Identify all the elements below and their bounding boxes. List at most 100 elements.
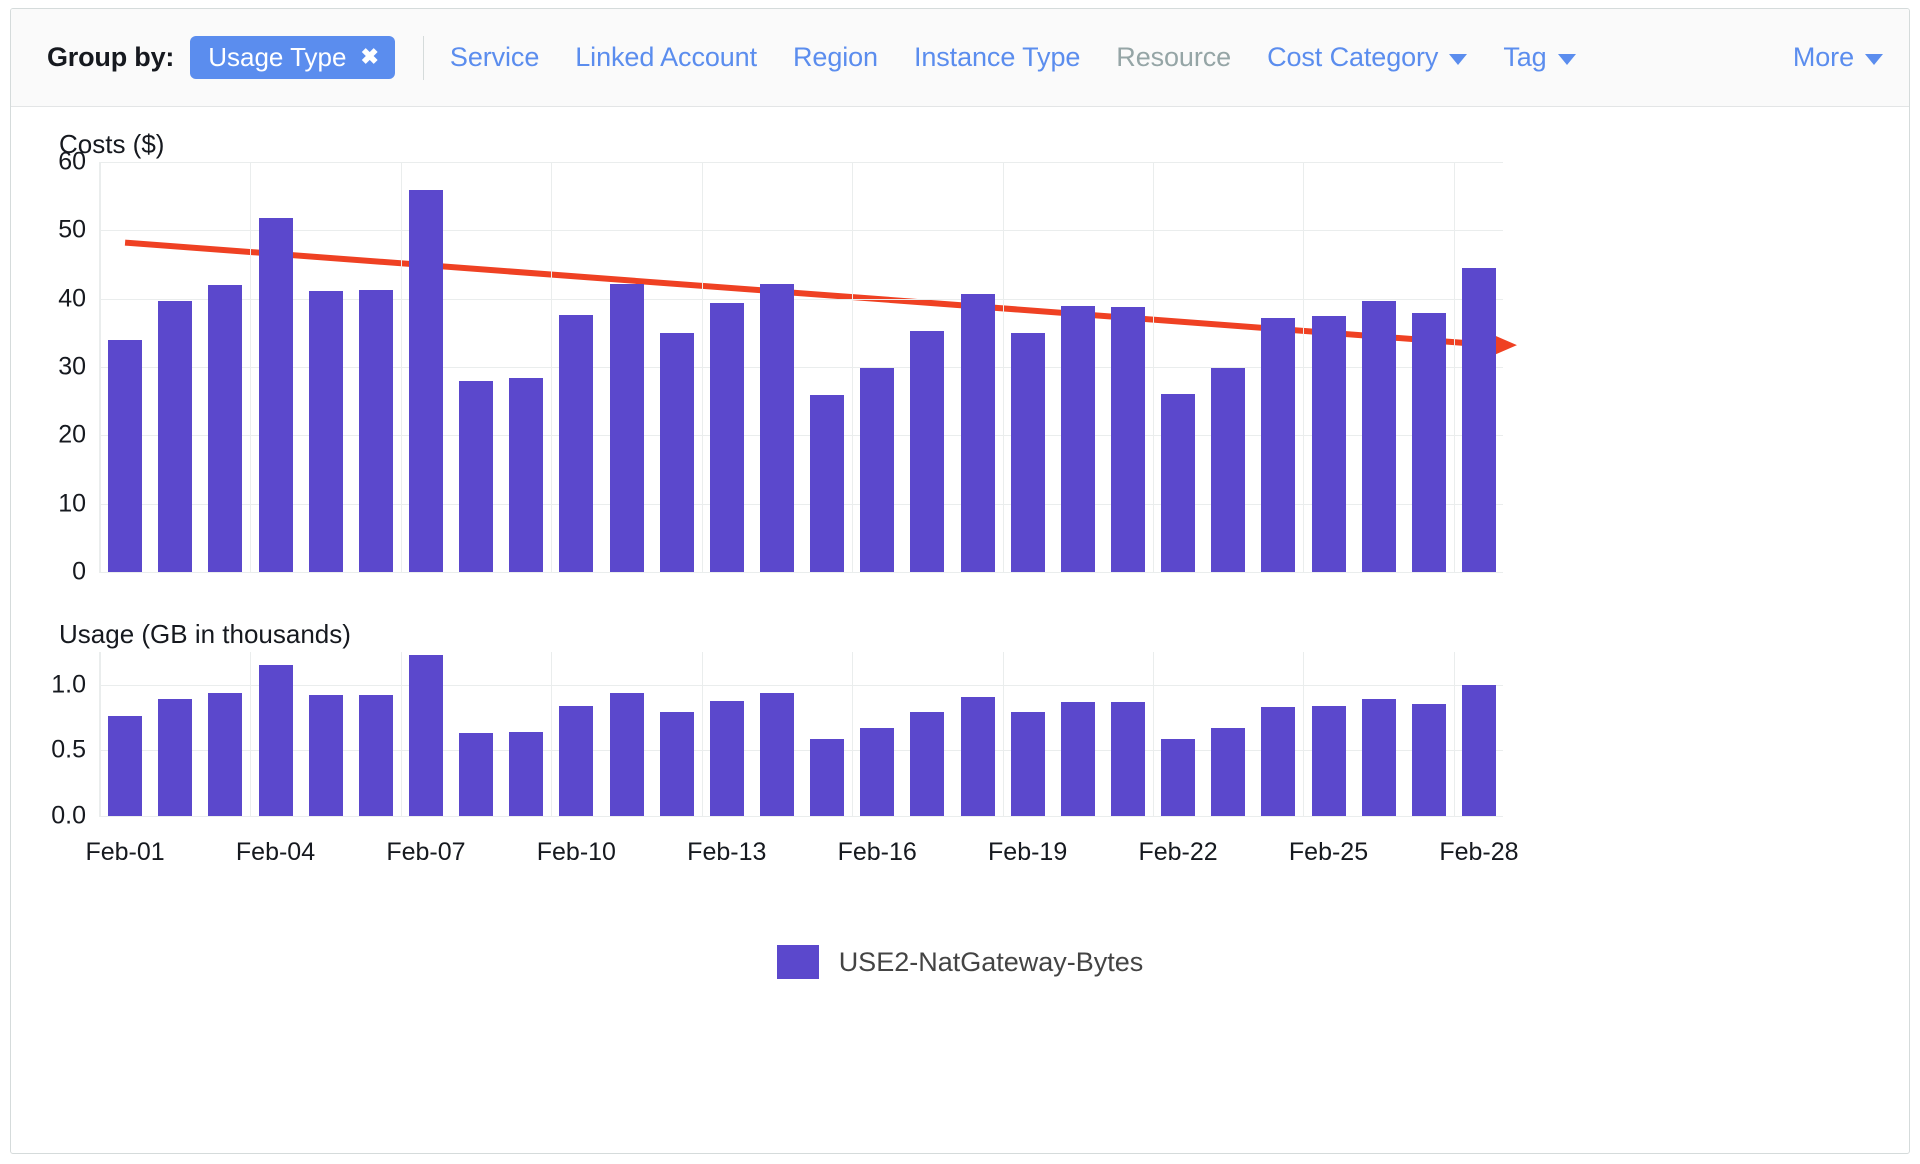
group-by-option-service[interactable]: Service [450, 42, 539, 73]
gridline-vertical [701, 652, 703, 816]
group-by-toolbar: Group by: Usage Type ✖ Service Linked Ac… [11, 9, 1909, 107]
chart-bar[interactable] [1211, 728, 1246, 816]
chart-bar[interactable] [810, 395, 845, 572]
y-axis-tick-label: 40 [58, 284, 86, 313]
chart-bar[interactable] [1261, 317, 1296, 572]
toolbar-right-group: More [1793, 42, 1883, 73]
chart-bar[interactable] [1461, 267, 1496, 572]
y-axis-tick-label: 0.5 [51, 735, 86, 764]
chart-bar[interactable] [860, 367, 895, 572]
usage-chart-title: Usage (GB in thousands) [59, 619, 351, 649]
chart-bar[interactable] [509, 732, 544, 816]
y-axis-tick-label: 50 [58, 215, 86, 244]
chart-bar[interactable] [609, 692, 644, 816]
y-axis-tick-label: 1.0 [51, 670, 86, 699]
chart-bar[interactable] [1060, 306, 1095, 572]
chart-bar[interactable] [709, 700, 744, 816]
usage-chart-plot: 0.0 0.5 1.0 Feb-01 Feb-04 Feb-07 Feb-10 Feb-13 F… [51, 652, 1519, 866]
chart-bar[interactable] [1311, 705, 1346, 816]
group-by-option-linked-account[interactable]: Linked Account [575, 42, 757, 73]
gridline-vertical [1153, 652, 1154, 816]
gridline-vertical [1303, 652, 1305, 816]
chart-bar[interactable] [810, 738, 845, 816]
gridline-vertical [852, 652, 854, 816]
y-axis-tick-label: 0 [72, 557, 86, 586]
chart-bar[interactable] [1361, 699, 1396, 816]
x-axis-tick-label: Feb-04 [235, 838, 316, 866]
chart-bar[interactable] [1010, 332, 1045, 572]
chart-bar[interactable] [609, 284, 644, 572]
chart-bar[interactable] [1060, 701, 1095, 816]
gridline-vertical [250, 652, 252, 816]
chart-bar[interactable] [960, 293, 995, 572]
group-by-option-label: Instance Type [913, 42, 1081, 72]
gridline-vertical [1002, 162, 1004, 572]
gridline-vertical [250, 162, 252, 572]
chart-bar[interactable] [208, 692, 243, 816]
chart-bar[interactable] [1211, 368, 1246, 572]
chart-bar[interactable] [308, 695, 343, 816]
chart-bar[interactable] [559, 705, 594, 816]
chart-bar[interactable] [1110, 306, 1145, 572]
chart-bar[interactable] [659, 332, 694, 572]
chart-bar[interactable] [659, 712, 694, 816]
group-by-option-region[interactable]: Region [793, 42, 878, 73]
chip-remove-icon[interactable]: ✖ [360, 46, 378, 68]
chart-bar[interactable] [459, 380, 494, 572]
chart-bar[interactable] [1411, 313, 1446, 572]
gridline-vertical [852, 162, 854, 572]
x-axis-tick-label: Feb-07 [386, 838, 466, 866]
chart-bar[interactable] [759, 284, 794, 572]
group-by-option-label: Tag [1503, 42, 1547, 72]
chart-bar[interactable] [709, 302, 744, 572]
gridline-horizontal [100, 684, 1503, 686]
chevron-down-icon [1865, 54, 1883, 65]
chart-bar[interactable] [158, 699, 193, 816]
chart-bar[interactable] [408, 654, 443, 816]
chart-bar[interactable] [910, 712, 945, 816]
group-by-option-instance-type[interactable]: Instance Type [914, 42, 1080, 73]
chart-bar[interactable] [308, 291, 343, 572]
group-by-more-button[interactable]: More [1793, 42, 1883, 73]
chart-bar[interactable] [358, 289, 393, 572]
chart-bar[interactable] [860, 728, 895, 816]
gridline-vertical [400, 652, 402, 816]
group-by-option-label: Linked Account [575, 42, 757, 72]
chart-bar[interactable] [1161, 738, 1196, 816]
x-axis-tick-label: Feb-25 [1288, 838, 1369, 866]
gridline-vertical [1453, 652, 1455, 816]
chart-bar[interactable] [408, 190, 443, 572]
chart-legend: USE2-NatGateway-Bytes [11, 945, 1909, 979]
chart-bar[interactable] [1361, 301, 1396, 572]
chart-bar[interactable] [158, 300, 193, 572]
chart-bar[interactable] [358, 695, 393, 816]
group-by-option-resource: Resource [1116, 42, 1231, 73]
group-by-chip-usage-type[interactable]: Usage Type ✖ [190, 36, 395, 79]
chart-bar[interactable] [1461, 684, 1496, 816]
chart-bar[interactable] [910, 330, 945, 572]
chart-bar[interactable] [759, 692, 794, 816]
x-axis-tick-label: Feb-19 [988, 838, 1068, 866]
group-by-option-tag[interactable]: Tag [1503, 42, 1576, 73]
gridline-vertical [1002, 652, 1004, 816]
group-by-option-label: Service [449, 42, 540, 72]
chart-bar[interactable] [208, 285, 243, 572]
group-by-option-label: Resource [1116, 42, 1232, 72]
chart-bar[interactable] [1110, 701, 1145, 816]
chart-bar[interactable] [960, 696, 995, 816]
chart-bar[interactable] [258, 218, 293, 572]
chart-bar[interactable] [1161, 394, 1196, 572]
chart-bar[interactable] [459, 733, 494, 816]
chart-bar[interactable] [258, 665, 293, 816]
chart-bar[interactable] [1261, 707, 1296, 816]
chart-bar[interactable] [1411, 704, 1446, 816]
group-by-option-cost-category[interactable]: Cost Category [1267, 42, 1468, 73]
chart-bar[interactable] [108, 339, 143, 572]
chart-bar[interactable] [509, 377, 544, 572]
chart-bar[interactable] [108, 716, 143, 816]
chart-bar[interactable] [1010, 712, 1045, 816]
chart-bar[interactable] [559, 315, 594, 572]
x-axis-tick-label: Feb-13 [687, 838, 767, 866]
chart-bar[interactable] [1311, 315, 1346, 572]
gridline-vertical [1453, 162, 1455, 572]
